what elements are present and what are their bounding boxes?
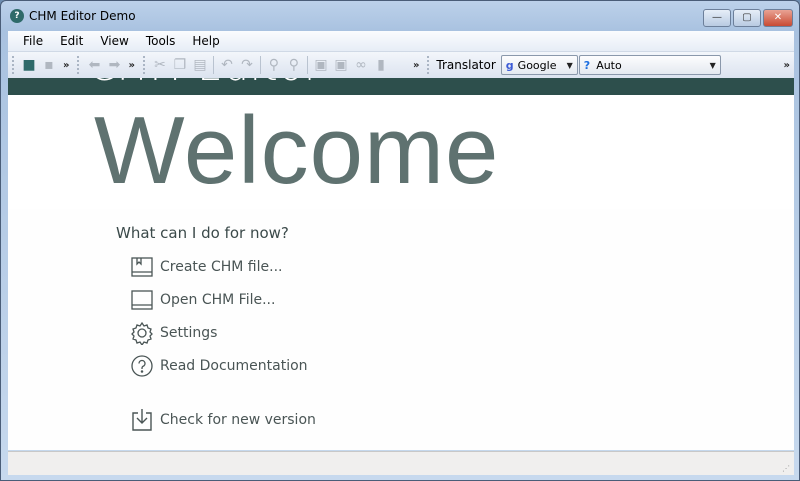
action-label: Settings <box>160 325 218 341</box>
book-bookmark-icon <box>131 257 153 277</box>
start-page: CHM Editor Welcome What can I do for now… <box>8 78 794 450</box>
minimize-button[interactable]: — <box>703 9 731 27</box>
translator-label: Translator <box>436 58 496 72</box>
engine-select[interactable]: g Google ▼ <box>500 55 578 75</box>
new-book-icon[interactable]: ■ <box>20 56 38 74</box>
action-label: Check for new version <box>160 412 316 428</box>
bookmark-icon[interactable]: ▮ <box>372 56 390 74</box>
action-label: Create CHM file... <box>160 259 283 275</box>
toolbar-grip[interactable] <box>12 56 15 74</box>
overflow-chevron[interactable]: » <box>784 60 790 71</box>
find-icon[interactable]: ⚲ <box>265 56 283 74</box>
question-heading: What can I do for now? <box>116 224 289 242</box>
copy-icon[interactable]: ❐ <box>171 56 189 74</box>
undo-icon[interactable]: ↶ <box>218 56 236 74</box>
documentation-link[interactable]: Read Documentation <box>130 354 308 378</box>
maximize-button[interactable]: ▢ <box>733 9 761 27</box>
check-update-link[interactable]: Check for new version <box>130 408 316 432</box>
overflow-chevron[interactable]: » <box>413 60 419 71</box>
action-label: Read Documentation <box>160 358 308 374</box>
back-arrow-icon[interactable]: ⬅ <box>85 56 103 74</box>
engine-value: Google <box>517 58 557 72</box>
toolbar-grip[interactable] <box>142 56 146 74</box>
window-title: CHM Editor Demo <box>29 9 136 23</box>
separator <box>306 56 308 74</box>
toolbar-grip[interactable] <box>427 56 430 74</box>
find-replace-icon[interactable]: ⚲ <box>285 56 303 74</box>
overflow-chevron[interactable]: » <box>63 60 69 71</box>
save-icon[interactable]: ▪ <box>40 56 58 74</box>
picture-icon[interactable]: ▣ <box>332 56 350 74</box>
create-chm-link[interactable]: Create CHM file... <box>130 255 282 279</box>
app-window: ? CHM Editor Demo — ▢ ✕ File Edit View T… <box>0 0 800 481</box>
book-icon <box>131 290 153 310</box>
link-icon[interactable]: ∞ <box>352 56 370 74</box>
redo-icon[interactable]: ↷ <box>238 56 256 74</box>
status-bar: ⋰ <box>8 451 794 475</box>
resize-grip-icon[interactable]: ⋰ <box>782 464 790 473</box>
paste-icon[interactable]: ▤ <box>191 56 209 74</box>
image-icon[interactable]: ▣ <box>312 56 330 74</box>
welcome-heading: Welcome <box>94 97 500 204</box>
menu-help[interactable]: Help <box>192 34 219 48</box>
toolbar-grip[interactable] <box>77 56 80 74</box>
gear-icon <box>131 321 153 345</box>
settings-link[interactable]: Settings <box>130 321 217 345</box>
action-label: Open CHM File... <box>160 292 276 308</box>
separator <box>259 56 261 74</box>
forward-arrow-icon[interactable]: ➡ <box>105 56 123 74</box>
open-chm-link[interactable]: Open CHM File... <box>130 288 275 312</box>
title-bar: ? CHM Editor Demo <box>10 9 136 23</box>
dropdown-arrow-icon: ▼ <box>566 60 573 70</box>
overflow-chevron[interactable]: » <box>128 60 134 71</box>
banner: CHM Editor <box>8 78 794 95</box>
separator <box>212 56 214 74</box>
menu-edit[interactable]: Edit <box>60 34 83 48</box>
banner-app-name: CHM Editor <box>88 78 322 90</box>
google-icon: g <box>505 58 514 72</box>
question-icon: ? <box>583 58 591 72</box>
toolbar: ■ ▪ » ⬅ ➡ » ✂ ❐ ▤ ↶ ↷ ⚲ ⚲ ▣ ▣ ∞ ▮ » Tran… <box>8 51 794 78</box>
menu-view[interactable]: View <box>100 34 128 48</box>
language-select[interactable]: ? Auto ▼ <box>578 55 721 75</box>
cut-icon[interactable]: ✂ <box>151 56 169 74</box>
dropdown-arrow-icon: ▼ <box>709 60 716 70</box>
download-icon <box>132 409 152 431</box>
app-icon: ? <box>10 9 24 23</box>
menu-tools[interactable]: Tools <box>146 34 176 48</box>
language-value: Auto <box>596 58 622 72</box>
actions-area <box>8 209 794 450</box>
menu-file[interactable]: File <box>23 34 43 48</box>
menu-bar: File Edit View Tools Help <box>8 31 794 51</box>
question-icon <box>131 355 153 377</box>
close-button[interactable]: ✕ <box>763 9 793 27</box>
